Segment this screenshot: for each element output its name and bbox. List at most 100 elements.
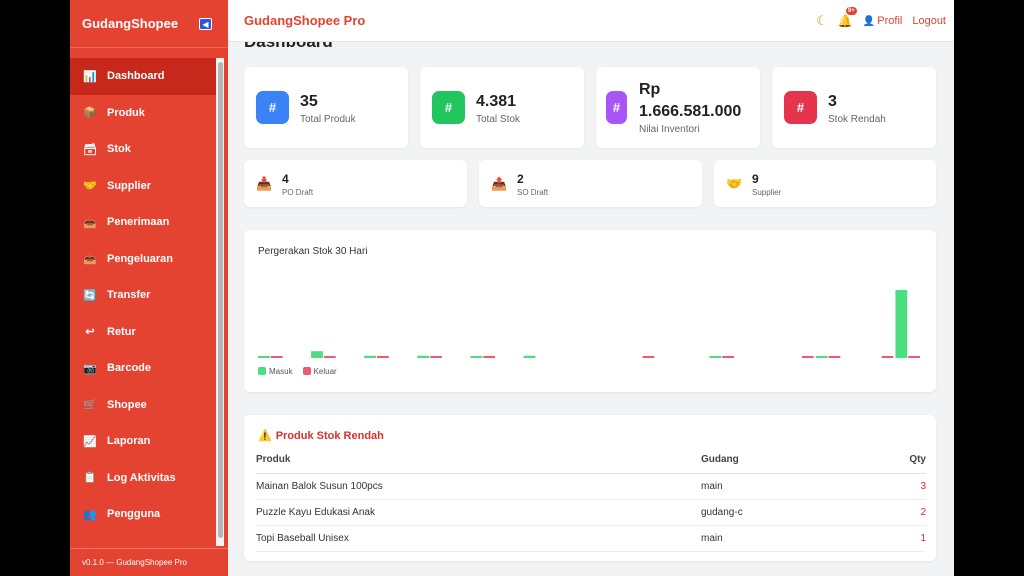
mini-value: 4 [282, 172, 289, 186]
stat-card-stok-rendah: # 3 Stok Rendah [772, 67, 936, 148]
outbox-tray-icon: 📤 [491, 176, 508, 191]
sidebar-item-transfer[interactable]: 🔄 Transfer [70, 277, 216, 314]
bar-keluar-5[interactable] [377, 356, 389, 358]
handshake-icon: 🤝 [726, 176, 743, 191]
chart-legend: Masuk Keluar [258, 367, 337, 376]
cell-produk: Puzzle Kayu Edukasi Anak [256, 499, 701, 526]
legend-item-masuk[interactable]: Masuk [258, 367, 293, 376]
outbox-tray-icon: 📤 [83, 253, 97, 266]
sidebar-item-label: Stok [107, 143, 131, 156]
sidebar-item-log-aktivitas[interactable]: 📋 Log Aktivitas [70, 460, 216, 497]
sidebar-item-label: Shopee [107, 398, 147, 411]
stat-card-total-stok: # 4.381 Total Stok [420, 67, 584, 148]
cell-qty: 3 [861, 473, 926, 500]
bar-keluar-9[interactable] [483, 356, 496, 358]
mini-card-so-draft: 📤 2 SO Draft [479, 160, 702, 207]
legend-item-keluar[interactable]: Keluar [302, 367, 337, 376]
return-icon: ↩ [85, 326, 95, 339]
dark-mode-toggle-icon[interactable]: ☾ [816, 13, 828, 29]
mini-value: 2 [517, 172, 524, 186]
stat-label: Total Stok [476, 114, 520, 125]
hash-icon: # [256, 91, 289, 124]
mini-card-supplier: 🤝 9 Supplier [714, 160, 936, 207]
profile-link[interactable]: 👤 Profil [863, 15, 903, 27]
table-row: Topi Baseball Unisex main 1 [256, 525, 926, 552]
bar-masuk-3[interactable] [311, 351, 323, 358]
bar-keluar-1[interactable] [270, 356, 283, 358]
legend-label: Masuk [269, 367, 293, 376]
sidebar-item-label: Dashboard [107, 70, 165, 83]
cell-produk: Mainan Balok Susun 100pcs [256, 473, 701, 500]
bar-keluar-18[interactable] [722, 356, 735, 358]
stat-card-total-produk: # 35 Total Produk [244, 67, 408, 148]
transfer-icon: 🔄 [83, 289, 97, 302]
stock-movement-chart [258, 290, 920, 358]
bar-keluar-7[interactable] [430, 356, 442, 358]
cell-produk: Topi Baseball Unisex [256, 525, 701, 552]
bar-masuk-5[interactable] [364, 355, 377, 358]
table-row: Mainan Balok Susun 100pcs main 3 [256, 473, 926, 500]
sidebar-item-produk[interactable]: 📦 Produk [70, 95, 216, 132]
bar-masuk-25[interactable] [895, 290, 908, 358]
collapse-sidebar-button[interactable]: ◀ [199, 18, 212, 30]
sidebar-item-dashboard[interactable]: 📊 Dashboard [70, 58, 216, 95]
sidebar-item-label: Log Aktivitas [107, 471, 176, 484]
low-stock-title: ⚠️ Produk Stok Rendah [258, 429, 384, 443]
topbar: GudangShopee Pro ☾ 🔔 9+ 👤 Profil Logout [228, 0, 954, 42]
cell-gudang: gudang-c [701, 499, 862, 526]
sidebar-item-label: Supplier [107, 179, 152, 192]
sidebar-item-barcode[interactable]: 📷 Barcode [70, 350, 216, 387]
stat-card-nilai-inventori: # Rp 1.666.581.000 Nilai Inventori [596, 67, 760, 148]
bar-keluar-24[interactable] [881, 356, 894, 358]
bar-keluar-21[interactable] [801, 356, 814, 358]
sidebar-item-retur[interactable]: ↩ Retur [70, 314, 216, 351]
bar-masuk-18[interactable] [709, 356, 722, 358]
bar-keluar-25[interactable] [908, 356, 920, 358]
page-title: Dashboard [244, 42, 333, 52]
bar-keluar-22[interactable] [828, 356, 841, 358]
bar-masuk-7[interactable] [417, 355, 430, 358]
user-icon: 👤 [862, 15, 876, 27]
table-row: Puzzle Kayu Edukasi Anak gudang-c 2 [256, 499, 926, 526]
sidebar-item-shopee[interactable]: 🛒 Shopee [70, 387, 216, 424]
mini-label: PO Draft [282, 188, 314, 197]
handshake-icon: 🤝 [83, 180, 97, 193]
stat-value: 3 [828, 93, 837, 110]
stat-value: 4.381 [476, 93, 517, 110]
box-icon: 📦 [83, 107, 97, 120]
low-stock-title-text: Produk Stok Rendah [275, 429, 384, 442]
bar-keluar-15[interactable] [642, 356, 655, 358]
bar-masuk-1[interactable] [258, 356, 270, 358]
mini-label: Supplier [752, 188, 782, 197]
sidebar-item-penerimaan[interactable]: 📥 Penerimaan [70, 204, 216, 241]
chart-icon: 📊 [83, 70, 97, 83]
cell-gudang: main [701, 473, 862, 500]
sidebar-item-label: Transfer [107, 289, 151, 302]
stat-value-currency: Rp [639, 81, 661, 98]
sidebar-item-label: Laporan [107, 435, 151, 448]
sidebar-item-supplier[interactable]: 🤝 Supplier [70, 168, 216, 205]
sidebar-item-pengguna[interactable]: 👥 Pengguna [70, 496, 216, 533]
cell-qty: 1 [861, 525, 926, 552]
sidebar-item-label: Pengguna [107, 508, 161, 521]
bar-masuk-9[interactable] [470, 356, 483, 358]
sidebar-item-stok[interactable]: 🗃 Stok [70, 131, 216, 168]
stock-movement-chart-card: Pergerakan Stok 30 Hari Masuk Keluar [244, 230, 936, 392]
logout-link[interactable]: Logout [912, 15, 946, 27]
sidebar-nav: 📊 Dashboard 📦 Produk 🗃 Stok 🤝 Supplier 📥 Penerima… [70, 58, 216, 533]
bar-keluar-3[interactable] [323, 356, 336, 358]
hash-icon: # [784, 91, 817, 124]
profile-label: Profil [877, 15, 903, 27]
low-stock-card: ⚠️ Produk Stok Rendah Produk Gudang Qty … [244, 415, 936, 561]
sidebar-scrollbar-thumb[interactable] [218, 62, 223, 538]
cart-icon: 🛒 [83, 399, 97, 412]
sidebar-item-laporan[interactable]: 📈 Laporan [70, 423, 216, 460]
bar-masuk-22[interactable] [815, 356, 828, 358]
bar-masuk-11[interactable] [523, 355, 536, 358]
app-title: GudangShopee Pro [244, 13, 366, 28]
notification-bell-icon[interactable]: 🔔 9+ [838, 7, 857, 28]
sidebar-item-pengeluaran[interactable]: 📤 Pengeluaran [70, 241, 216, 278]
notification-badge: 9+ [845, 7, 857, 15]
warning-icon: ⚠️ [258, 430, 272, 442]
cell-qty: 2 [861, 499, 926, 526]
